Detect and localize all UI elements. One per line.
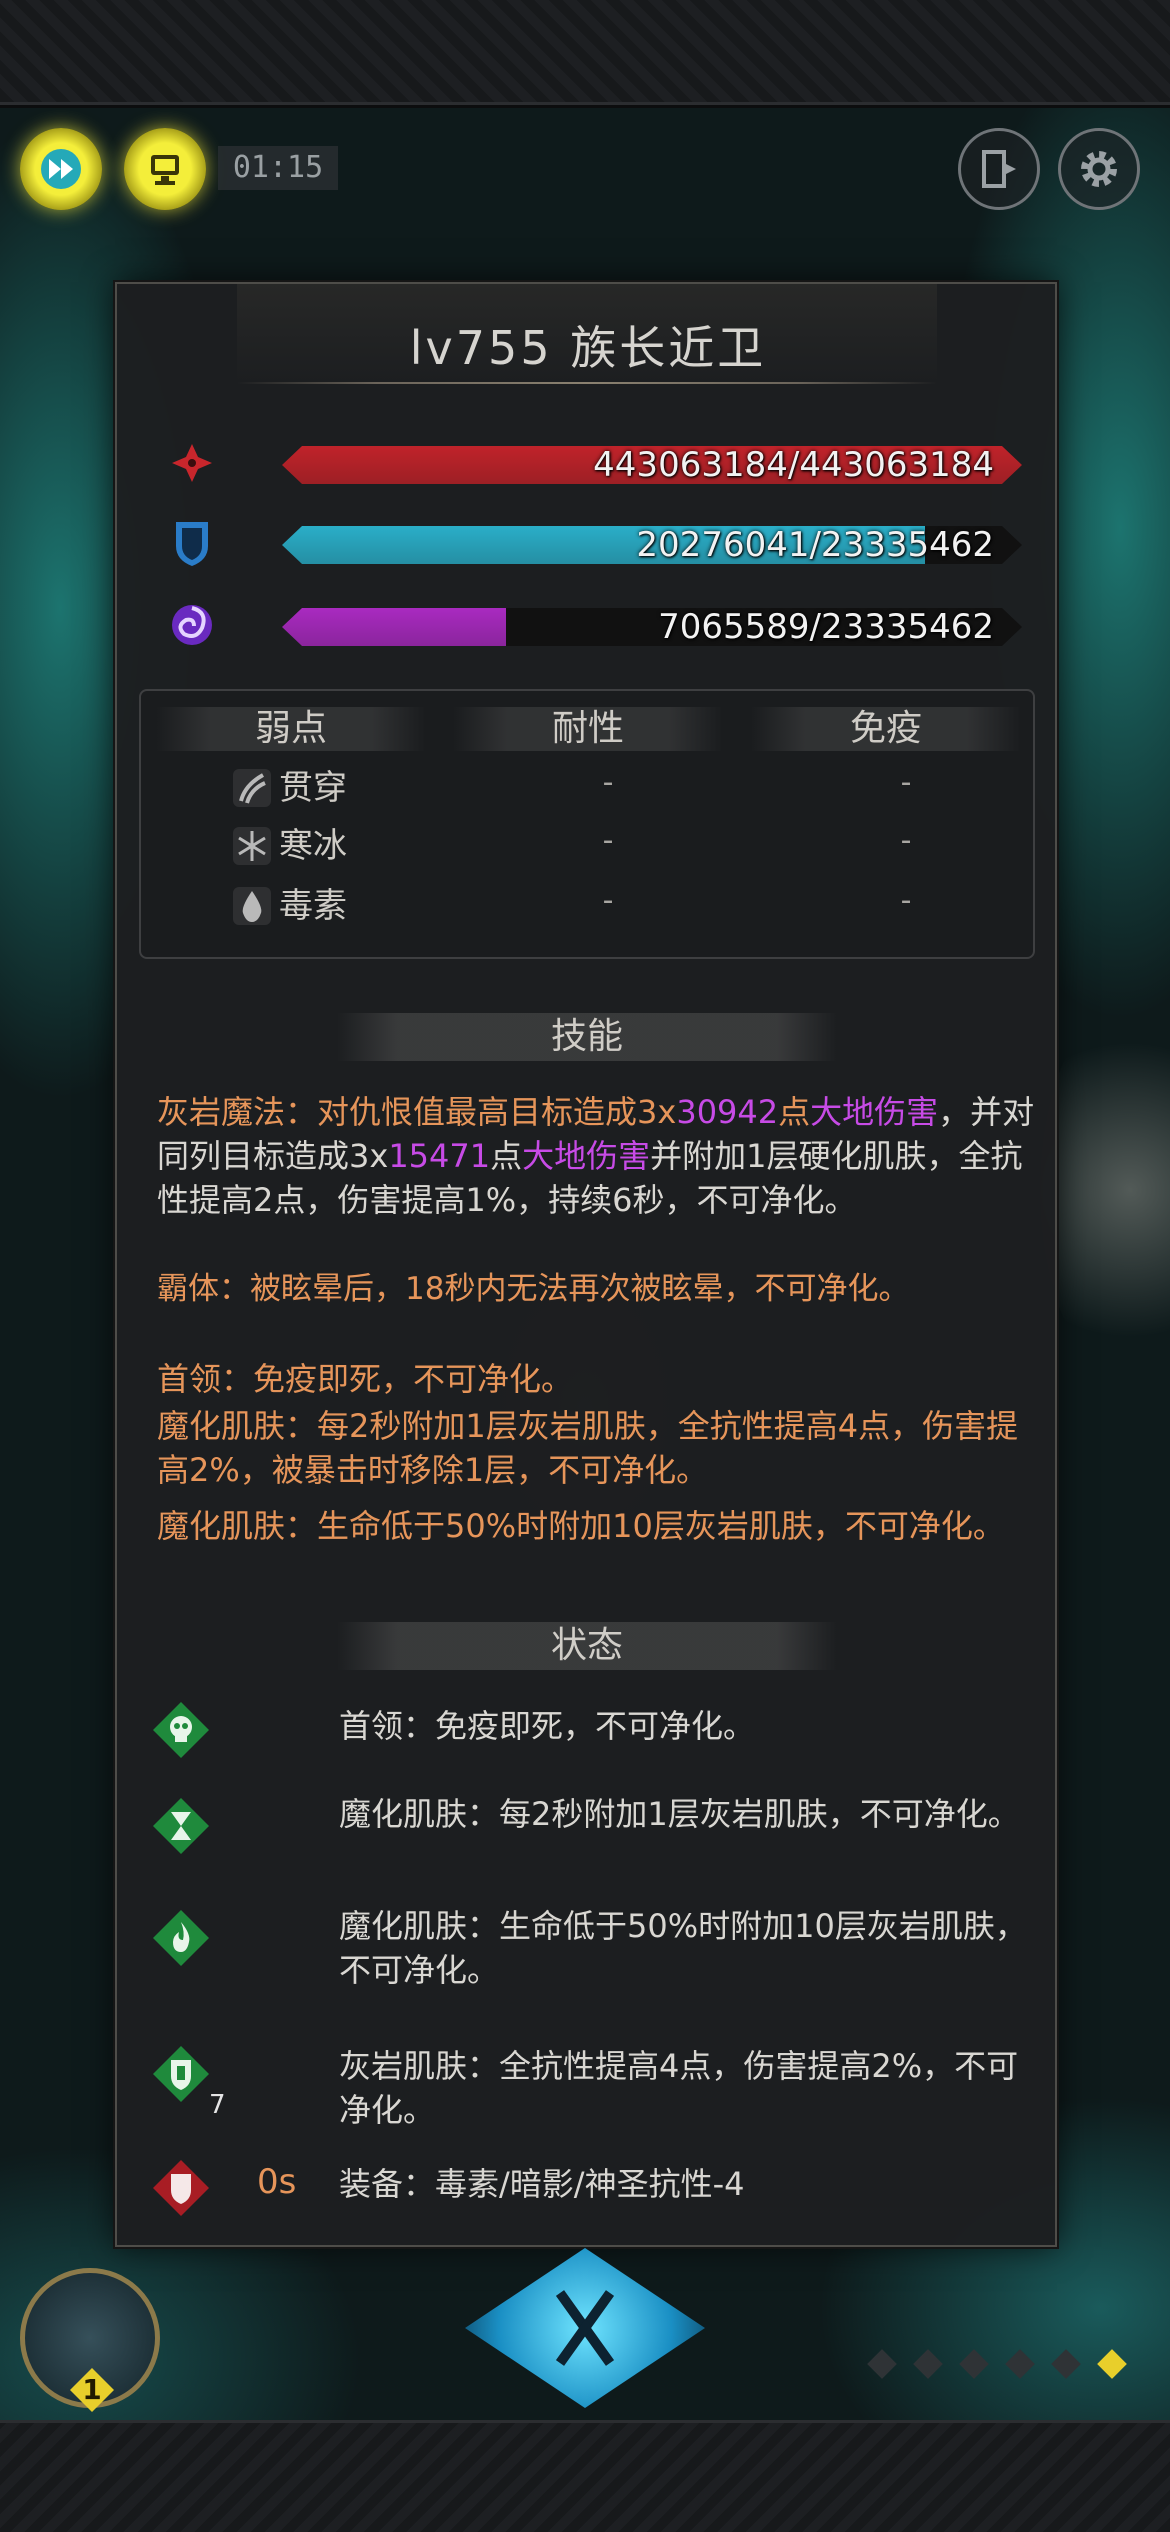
energy-value: 7065589/23335462 <box>658 607 994 647</box>
skill-text: 对仇恨值最高目标造成3x <box>317 1093 677 1131</box>
header-immune: 免疫 <box>751 707 1021 751</box>
energy-row: 7065589/23335462 <box>162 594 1022 654</box>
monster-info-panel[interactable]: lv755 族长近卫 443063184/443063184 20276041/… <box>115 282 1057 2247</box>
shield-row: 20276041/23335462 <box>162 512 1022 572</box>
monster-title: lv755 族长近卫 <box>409 321 767 375</box>
health-row: 443063184/443063184 <box>162 432 1022 492</box>
header-resist: 耐性 <box>453 707 723 751</box>
battle-timer: 01:15 <box>218 146 338 190</box>
fast-forward-icon <box>41 149 81 189</box>
stack-count: 7 <box>209 2090 226 2120</box>
page-indicator <box>867 2349 1128 2386</box>
damage-type: 大地伤害 <box>522 1137 651 1175</box>
skill-demon-skin-1: 魔化肌肤：每2秒附加1层灰岩肌肤，全抗性提高4点，伤害提高2%，被暴击时移除1层… <box>157 1407 1019 1489</box>
resist-row: 贯穿 - - <box>141 761 1037 815</box>
header-weakness: 弱点 <box>156 707 426 751</box>
skill-name: 灰岩魔法： <box>157 1093 318 1131</box>
resist-table: 弱点 耐性 免疫 贯穿 - - 寒冰 - - 毒素 - - <box>139 689 1035 959</box>
damage-type-name: 贯穿 <box>279 768 347 808</box>
shield-icon <box>176 522 208 566</box>
monitor-icon <box>151 155 179 185</box>
resist-value: - <box>602 823 614 858</box>
damage-value: 30942 <box>676 1093 779 1131</box>
status-duration: 0s <box>257 2162 297 2202</box>
red-shield-icon <box>153 2160 209 2216</box>
status-text: 首领：免疫即死，不可净化。 <box>339 1707 756 1745</box>
damage-type-name: 毒素 <box>279 886 347 926</box>
health-bar: 443063184/443063184 <box>282 446 1022 484</box>
page-dot[interactable] <box>913 2349 943 2379</box>
page-dot-active[interactable] <box>1097 2349 1127 2379</box>
skill-text: 点 <box>490 1137 523 1175</box>
energy-bar: 7065589/23335462 <box>282 608 1022 646</box>
skill-demon-skin-2: 魔化肌肤：生命低于50%时附加10层灰岩肌肤，不可净化。 <box>157 1507 1005 1545</box>
speed-button[interactable] <box>20 128 102 210</box>
exit-button[interactable] <box>958 128 1040 210</box>
skull-icon <box>153 1702 209 1758</box>
flame-icon <box>153 1910 209 1966</box>
resist-value: - <box>602 765 614 800</box>
exit-door-icon <box>982 150 1016 188</box>
resist-row: 寒冰 - - <box>141 819 1037 873</box>
immune-value: - <box>900 765 912 800</box>
skill-boss: 首领：免疫即死，不可净化。 <box>157 1360 574 1398</box>
resist-value: - <box>602 883 614 918</box>
status-text: 装备：毒素/暗影/神圣抗性-4 <box>339 2165 745 2203</box>
shield-value: 20276041/23335462 <box>636 525 994 565</box>
damage-value: 15471 <box>388 1137 491 1175</box>
damage-type-name: 寒冰 <box>279 826 347 866</box>
skills-header: 技能 <box>337 1013 837 1061</box>
resist-row: 毒素 - - <box>141 879 1037 933</box>
bottom-frame <box>0 2420 1170 2532</box>
shield-bar: 20276041/23335462 <box>282 526 1022 564</box>
page-dot[interactable] <box>867 2349 897 2379</box>
energy-bar-fill <box>282 608 507 646</box>
page-dot[interactable] <box>1051 2349 1081 2379</box>
hourglass-icon <box>153 1798 209 1854</box>
immune-value: - <box>900 883 912 918</box>
status-text: 魔化肌肤：生命低于50%时附加10层灰岩肌肤，不可净化。 <box>339 1907 1027 1989</box>
settings-button[interactable] <box>1058 128 1140 210</box>
auto-battle-button[interactable] <box>124 128 206 210</box>
gear-icon <box>1081 151 1117 187</box>
page-dot[interactable] <box>959 2349 989 2379</box>
skill-text: 点 <box>778 1093 811 1131</box>
page-dot[interactable] <box>1005 2349 1035 2379</box>
snowflake-icon <box>233 827 271 865</box>
health-cross-icon <box>172 444 212 482</box>
claw-pierce-icon <box>233 769 271 807</box>
health-value: 443063184/443063184 <box>593 445 994 485</box>
immune-value: - <box>900 823 912 858</box>
skill-gray-rock-magic: 灰岩魔法：对仇恨值最高目标造成3x30942点大地伤害，并对同列目标造成3x15… <box>157 1090 1037 1222</box>
status-text: 魔化肌肤：每2秒附加1层灰岩肌肤，不可净化。 <box>339 1795 1020 1833</box>
status-header: 状态 <box>337 1622 837 1670</box>
damage-type: 大地伤害 <box>810 1093 939 1131</box>
status-text: 灰岩肌肤：全抗性提高4点，伤害提高2%，不可净化。 <box>339 2047 1019 2129</box>
skill-super-armor: 霸体：被眩晕后，18秒内无法再次被眩晕，不可净化。 <box>157 1271 910 1307</box>
stone-shield-icon <box>153 2046 209 2102</box>
poison-drop-icon <box>233 887 271 925</box>
top-frame <box>0 0 1170 105</box>
swirl-energy-icon <box>172 605 212 645</box>
